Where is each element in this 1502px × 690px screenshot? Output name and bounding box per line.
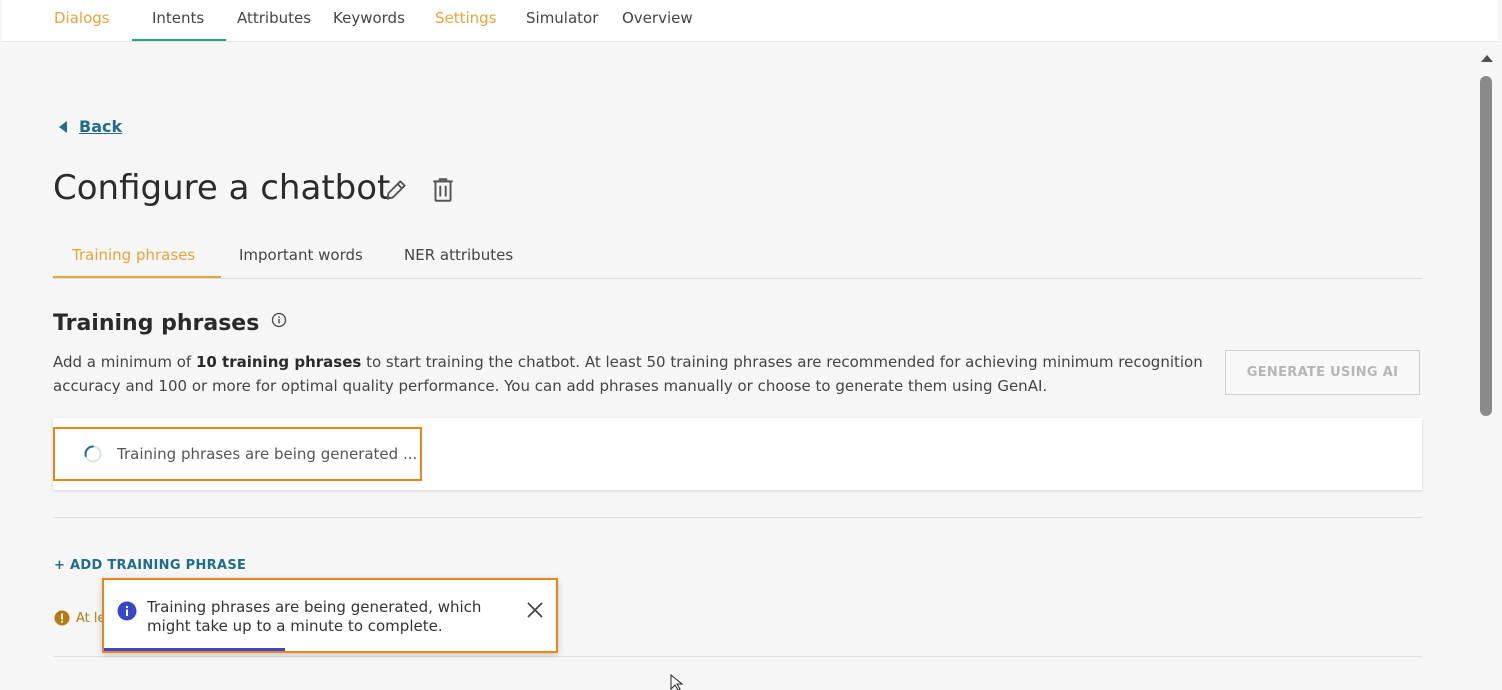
nav-dialogs[interactable]: Dialogs [54, 9, 110, 27]
nav-simulator[interactable]: Simulator [526, 9, 598, 27]
toast-notification: Training phrases are being generated, wh… [102, 578, 558, 653]
nav-keywords[interactable]: Keywords [333, 9, 405, 27]
trash-icon[interactable] [430, 176, 456, 208]
section-description: Add a minimum of 10 training phrases to … [53, 350, 1213, 398]
warning-message: At le [54, 610, 109, 626]
tab-training-phrases[interactable]: Training phrases [72, 246, 195, 264]
section-title: Training phrases [53, 311, 287, 336]
description-text: Add a minimum of [53, 353, 196, 371]
info-circle-icon[interactable] [271, 312, 287, 328]
info-icon [117, 601, 137, 621]
section-title-text: Training phrases [53, 311, 260, 336]
scrollbar-thumb[interactable] [1480, 76, 1492, 416]
page-title: Configure a chatbot [53, 168, 391, 208]
description-emphasis: 10 training phrases [195, 353, 362, 371]
tab-important-words[interactable]: Important words [239, 246, 363, 264]
caret-left-icon [59, 120, 67, 133]
nav-intents[interactable]: Intents [152, 9, 204, 27]
nav-overview[interactable]: Overview [622, 9, 693, 27]
add-training-phrase-button[interactable]: + ADD TRAINING PHRASE [54, 558, 246, 573]
mouse-cursor-icon [670, 674, 684, 690]
nav-settings[interactable]: Settings [435, 9, 497, 27]
scroll-up-arrow-icon[interactable] [1481, 55, 1493, 62]
close-icon[interactable] [526, 601, 544, 619]
tab-ner-attributes[interactable]: NER attributes [404, 246, 513, 264]
section-divider [53, 517, 1422, 518]
section-divider-bottom [53, 656, 1422, 657]
nav-active-indicator [132, 39, 226, 41]
toast-progress-bar [104, 648, 285, 651]
spinner-icon [84, 445, 102, 463]
back-label[interactable]: Back [79, 117, 122, 136]
exclamation-circle-icon [54, 610, 70, 626]
nav-attributes[interactable]: Attributes [237, 9, 311, 27]
generation-status: Training phrases are being generated ... [53, 427, 422, 481]
pencil-icon[interactable] [383, 177, 409, 207]
tabs-divider [53, 278, 1422, 279]
generate-using-ai-button[interactable]: GENERATE USING AI [1225, 350, 1420, 395]
toast-message: Training phrases are being generated, wh… [147, 598, 482, 635]
top-navigation: Dialogs Intents Attributes Keywords Sett… [2, 0, 1498, 42]
tab-active-indicator [53, 276, 221, 278]
generation-status-text: Training phrases are being generated ... [117, 445, 418, 463]
back-link[interactable]: Back [59, 117, 122, 136]
